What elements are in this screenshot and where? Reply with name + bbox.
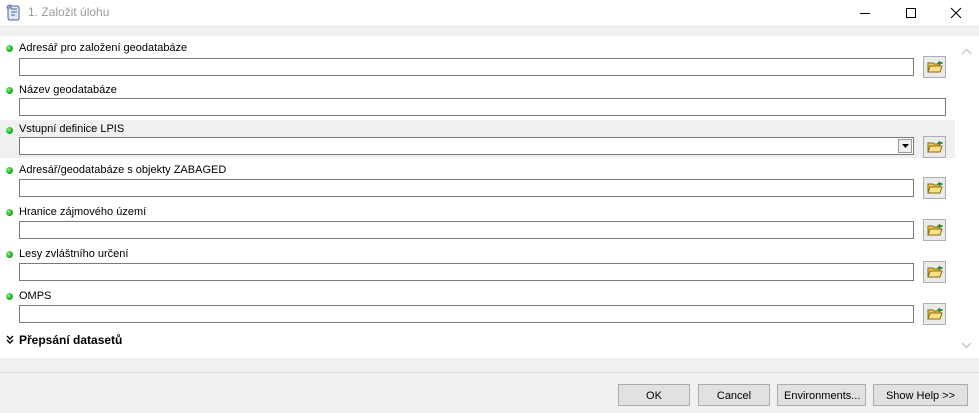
close-button[interactable] [933,0,979,26]
folder-open-icon [927,307,943,320]
param-row-omps: OMPS [0,284,955,328]
param-row-output-folder: Adresář pro založení geodatabáze [0,36,955,78]
browse-zabaged-button[interactable] [923,177,946,199]
required-param-icon [6,127,13,134]
gdb-name-input[interactable] [19,98,946,116]
browse-lpis-definition-button[interactable] [923,136,946,158]
lpis-definition-select[interactable] [19,137,914,155]
scroll-down-icon[interactable] [961,342,972,349]
dropdown-arrow-icon [902,144,909,148]
minimize-icon [860,13,870,14]
param-row-special-forests: Lesy zvláštního určení [0,242,955,284]
close-icon [950,7,962,19]
ok-button[interactable]: OK [618,384,690,406]
footer-divider [0,372,979,373]
required-param-icon [6,87,13,94]
environments-button[interactable]: Environments... [777,384,866,406]
title-bar: 1. Založit úlohu [0,0,979,27]
param-label-special-forests: Lesy zvláštního určení [19,248,129,260]
param-row-lpis-definition: Vstupní definice LPIS [0,120,955,158]
folder-open-icon [927,60,943,73]
maximize-button[interactable] [888,0,934,26]
folder-open-icon [927,181,943,194]
folder-open-icon [927,265,943,278]
required-param-icon [6,251,13,258]
param-label-output-folder: Adresář pro založení geodatabáze [19,42,188,54]
browse-output-folder-button[interactable] [923,56,946,78]
param-label-omps: OMPS [19,290,52,302]
cancel-button[interactable]: Cancel [698,384,770,406]
param-row-area-boundary: Hranice zájmového území [0,200,955,242]
lpis-definition-dropdown-button[interactable] [898,139,912,153]
show-help-button[interactable]: Show Help >> [873,384,968,406]
maximize-icon [906,8,916,18]
area-boundary-input[interactable] [19,221,914,239]
param-label-gdb-name: Název geodatabáze [19,84,117,96]
output-folder-input[interactable] [19,58,914,76]
param-row-gdb-name: Název geodatabáze [0,78,955,120]
browse-omps-button[interactable] [923,303,946,325]
script-tool-icon [6,4,20,21]
scroll-up-icon[interactable] [961,48,972,55]
parameters-panel: Adresář pro založení geodatabáze Název g… [0,36,955,358]
browse-area-boundary-button[interactable] [923,219,946,241]
zabaged-input[interactable] [19,179,914,197]
param-row-zabaged: Adresář/geodatabáze s objekty ZABAGED [0,158,955,200]
window-title: 1. Založit úlohu [28,5,110,19]
minimize-button[interactable] [842,0,888,26]
required-param-icon [6,167,13,174]
folder-open-icon [927,140,943,153]
folder-open-icon [927,223,943,236]
param-label-lpis-definition: Vstupní definice LPIS [19,123,125,135]
section-overwrite-datasets-label: Přepsání datasetů [19,333,123,347]
browse-special-forests-button[interactable] [923,261,946,283]
omps-input[interactable] [19,305,914,323]
special-forests-input[interactable] [19,263,914,281]
required-param-icon [6,293,13,300]
required-param-icon [6,209,13,216]
vertical-scrollbar[interactable] [955,36,979,358]
param-label-zabaged: Adresář/geodatabáze s objekty ZABAGED [19,164,227,176]
param-label-area-boundary: Hranice zájmového území [19,206,147,218]
required-param-icon [6,45,13,52]
double-chevron-down-icon [6,335,14,344]
